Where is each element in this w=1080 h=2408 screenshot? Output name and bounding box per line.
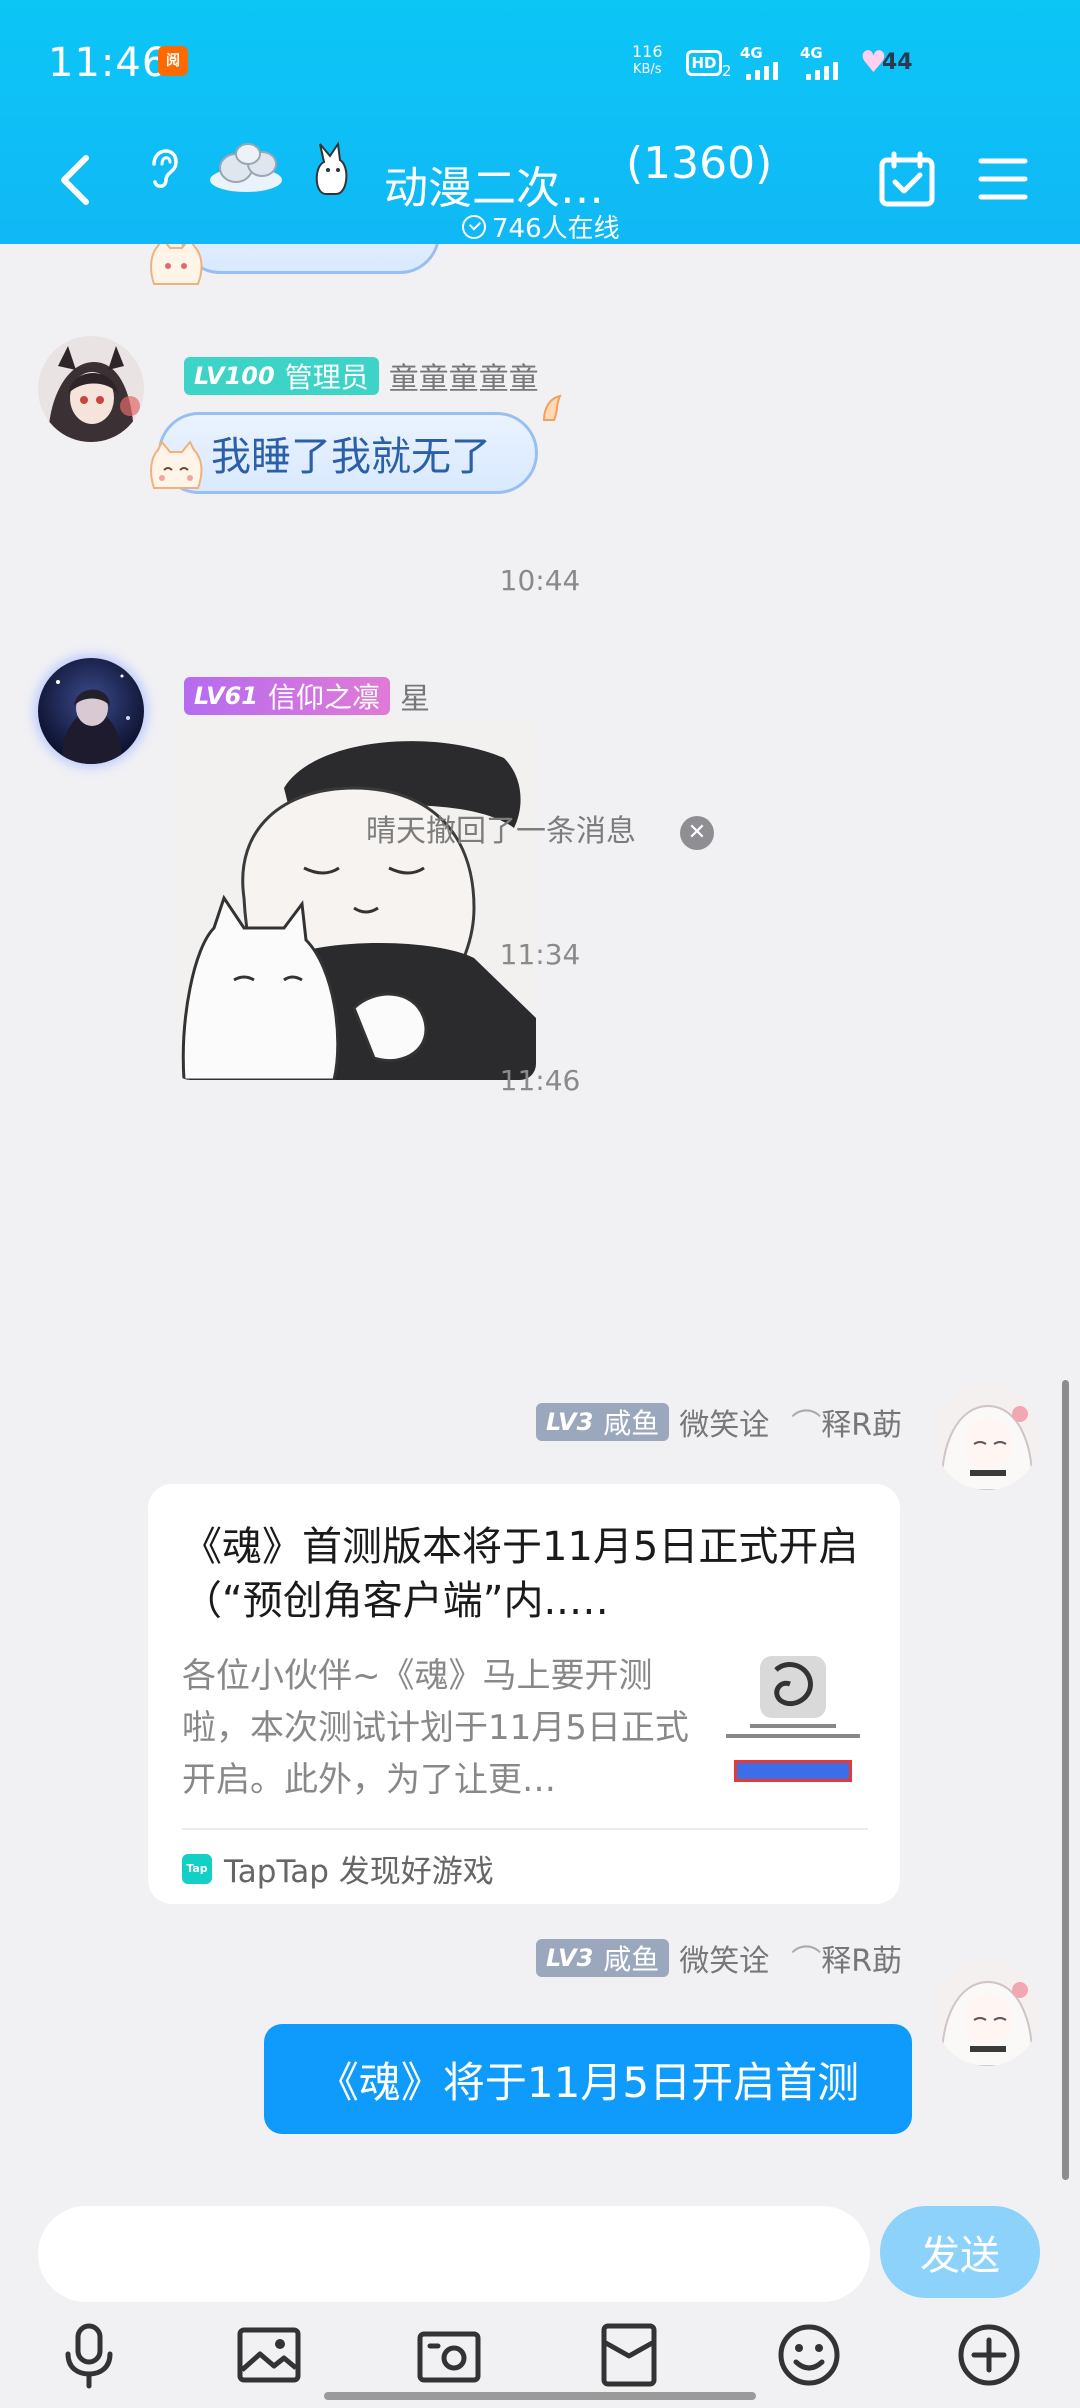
- sender-info: LV3 咸鱼 微笑诠 ⌒释R莇: [536, 1400, 903, 1444]
- battery-icon: ♥ 44: [860, 46, 920, 80]
- send-button[interactable]: 发送: [880, 2206, 1040, 2298]
- role-text: 信仰之凛: [267, 681, 380, 714]
- timestamp: 10:44: [499, 564, 581, 597]
- hd-icon: HD: [686, 50, 722, 76]
- chat-nav-bar: 动漫二次… (1360) 746人在线: [0, 120, 1080, 244]
- taptap-icon: Tap: [182, 1853, 212, 1884]
- admin-level-badge: LV100 管理员: [184, 357, 379, 395]
- cat-decoration-icon: [150, 440, 203, 489]
- timestamp: 11:46: [499, 1064, 581, 1097]
- link-share-card[interactable]: 《魂》首测版本将于11月5日正式开启（“预创角客户端”内..… 各位小伙伴~《魂…: [148, 1484, 900, 1904]
- user-avatar-image: [38, 658, 144, 764]
- app-header: 11:46 阅 116 KB/s HD 2 4G 4G ♥ 44 动漫二次… (…: [0, 0, 1080, 244]
- net-speed: 116 KB/s: [632, 44, 663, 78]
- chat-scrollbar[interactable]: [1062, 1380, 1069, 2180]
- role-text: 咸鱼: [603, 1407, 660, 1440]
- self-avatar[interactable]: [934, 1960, 1040, 2066]
- recall-text: 晴天撤回了一条消息: [366, 814, 636, 849]
- level-badge: LV3 咸鱼: [536, 1403, 670, 1441]
- status-time: 11:46: [48, 40, 169, 86]
- sender-info: LV61 信仰之凛 星: [184, 674, 430, 718]
- sender-nickname[interactable]: 微笑诠: [679, 1936, 769, 1980]
- group-decoration-icon: [210, 141, 348, 195]
- hd-sub: 2: [722, 62, 732, 80]
- nickname-suffix: ⌒释R莇: [791, 1408, 903, 1443]
- calendar-check-icon[interactable]: [878, 150, 936, 208]
- user-avatar-image: [934, 1384, 1040, 1490]
- message-bubble[interactable]: 我睡了我就无了: [158, 412, 538, 494]
- message-text: 《魂》将于11月5日开启首测: [316, 2057, 860, 2107]
- role-text: 管理员: [284, 361, 369, 394]
- online-check-icon: [462, 214, 486, 239]
- level-text: LV3: [546, 1408, 594, 1436]
- level-text: LV100: [194, 362, 275, 390]
- net-speed-value: 116: [632, 42, 663, 61]
- sender-nickname[interactable]: 微笑诠: [679, 1400, 769, 1444]
- ear-icon[interactable]: [146, 142, 180, 190]
- net-speed-unit: KB/s: [632, 62, 662, 77]
- level-badge: LV3 咸鱼: [536, 1939, 670, 1977]
- timestamp: 11:34: [499, 938, 581, 971]
- signal-label-1: 4G: [740, 44, 763, 62]
- sender-nickname[interactable]: 星: [400, 674, 430, 718]
- card-divider: [182, 1828, 868, 1830]
- sender-nickname[interactable]: 童童童童童: [389, 354, 539, 398]
- avatar[interactable]: [38, 336, 144, 442]
- card-source-text: TapTap 发现好游戏: [224, 1854, 494, 1890]
- status-bar: 11:46 阅 116 KB/s HD 2 4G 4G ♥ 44: [0, 0, 1080, 120]
- home-indicator[interactable]: [324, 2392, 756, 2400]
- image-icon[interactable]: [234, 2320, 304, 2390]
- signal-label-2: 4G: [800, 44, 823, 62]
- notification-app-icon: 阅: [158, 46, 188, 76]
- game-thumbnail-image: [720, 1650, 866, 1794]
- chat-message-list[interactable]: LV100 管理员 童童童童童 我睡了我就无了 10:44 LV61 信仰之凛 …: [0, 244, 1080, 2180]
- online-text: 746人在线: [492, 214, 620, 244]
- self-avatar[interactable]: [934, 1384, 1040, 1490]
- online-count: 746人在线: [462, 208, 620, 245]
- battery-level: 44: [882, 50, 913, 75]
- role-text: 咸鱼: [603, 1943, 660, 1976]
- bubble-ear-decoration-icon: [542, 394, 562, 421]
- camera-icon[interactable]: [414, 2320, 484, 2390]
- microphone-icon[interactable]: [54, 2320, 124, 2390]
- user-avatar-image: [38, 336, 144, 442]
- level-text: LV61: [194, 682, 258, 710]
- member-count: (1360): [626, 138, 773, 189]
- self-message-bubble[interactable]: 《魂》将于11月5日开启首测: [264, 2024, 912, 2134]
- nickname-suffix: ⌒释R莇: [791, 1944, 903, 1979]
- input-toolbar: [0, 2320, 1080, 2396]
- previous-message-bubble: [180, 244, 440, 274]
- back-arrow-icon[interactable]: [52, 150, 102, 210]
- card-thumbnail: [720, 1650, 866, 1794]
- level-badge: LV61 信仰之凛: [184, 677, 390, 715]
- emoji-icon[interactable]: [774, 2320, 844, 2390]
- level-text: LV3: [546, 1944, 594, 1972]
- anime-girl-cat-sticker: [174, 718, 536, 1080]
- sticker-image[interactable]: [174, 718, 536, 1080]
- user-avatar-image: [934, 1960, 1040, 2066]
- recall-notice: 晴天撤回了一条消息 ✕: [0, 806, 1080, 850]
- plus-icon[interactable]: [954, 2320, 1024, 2390]
- nickname-suffix-text: 释R莇: [821, 1408, 903, 1443]
- message-text: 我睡了我就无了: [211, 434, 491, 480]
- red-packet-icon[interactable]: [594, 2320, 664, 2390]
- close-icon[interactable]: ✕: [680, 815, 714, 850]
- nickname-suffix-text: 释R莇: [821, 1944, 903, 1979]
- card-title: 《魂》首测版本将于11月5日正式开启（“预创角客户端”内..…: [182, 1524, 859, 1624]
- sender-info: LV3 咸鱼 微笑诠 ⌒释R莇: [536, 1936, 903, 1980]
- card-source: Tap TapTap 发现好游戏: [182, 1846, 494, 1891]
- menu-icon[interactable]: [978, 156, 1028, 202]
- message-input[interactable]: [38, 2206, 870, 2302]
- avatar[interactable]: [38, 658, 144, 764]
- card-description: 各位小伙伴~《魂》马上要开测啦，本次测试计划于11月5日正式开启。此外，为了让更…: [182, 1656, 689, 1800]
- group-title[interactable]: 动漫二次…: [384, 152, 604, 216]
- sender-info: LV100 管理员 童童童童童: [184, 354, 539, 398]
- cat-decoration-icon: [150, 244, 203, 285]
